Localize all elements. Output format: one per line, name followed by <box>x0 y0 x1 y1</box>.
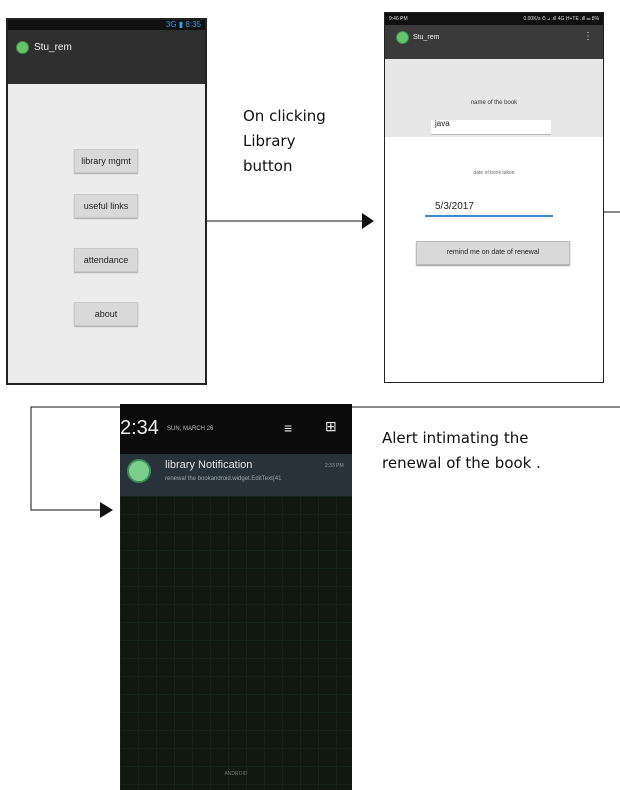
clock-time: 2:34 <box>120 417 159 439</box>
app-icon <box>396 31 409 44</box>
book-name-label: name of the book <box>470 100 518 106</box>
remind-button[interactable]: remind me on date of renewal <box>416 241 570 265</box>
signal-icon: ≡ <box>284 420 293 436</box>
arrowhead-icon <box>362 213 374 229</box>
notification-title: library Notification <box>165 459 253 471</box>
library-screen: 9:46 PM 0.00K/s ⏱ ⊿ .ıll 4G H+TE .ıll ▭ … <box>384 12 604 383</box>
alert-label: Alert intimating the renewal of the book… <box>382 426 541 476</box>
alarm-icon <box>127 459 151 483</box>
clock-date: SUN, MARCH 26 <box>167 426 214 432</box>
background-grid <box>120 496 352 790</box>
overflow-menu-icon[interactable]: ⋮ <box>583 30 593 44</box>
alert-label-line: Alert intimating the <box>382 429 529 447</box>
notification-screen: 2:34 SUN, MARCH 26 ≡ ⊞ library Notificat… <box>120 404 352 790</box>
book-name-value: java <box>435 119 450 128</box>
footer-label: ANDROID <box>224 771 248 777</box>
arrowhead-icon <box>100 502 113 518</box>
notification-text: renewal the bookandroid.widget.EditText{… <box>165 476 282 482</box>
status-time: 9:46 PM <box>389 16 408 22</box>
status-icons: 0.00K/s ⏱ ⊿ .ıll 4G H+TE .ıll ▭ 8% <box>523 16 599 22</box>
date-taken-label: date of book taken <box>473 170 515 176</box>
quick-settings-icon[interactable]: ⊞ <box>325 418 337 435</box>
date-taken-value: 5/3/2017 <box>435 201 474 212</box>
app-title: Stu_rem <box>413 34 440 41</box>
status-bar: 9:46 PM 0.00K/s ⏱ ⊿ .ıll 4G H+TE .ıll ▭ … <box>385 13 603 25</box>
alert-label-line: renewal of the book . <box>382 454 541 472</box>
notification-time: 2:33 PM <box>325 463 344 469</box>
